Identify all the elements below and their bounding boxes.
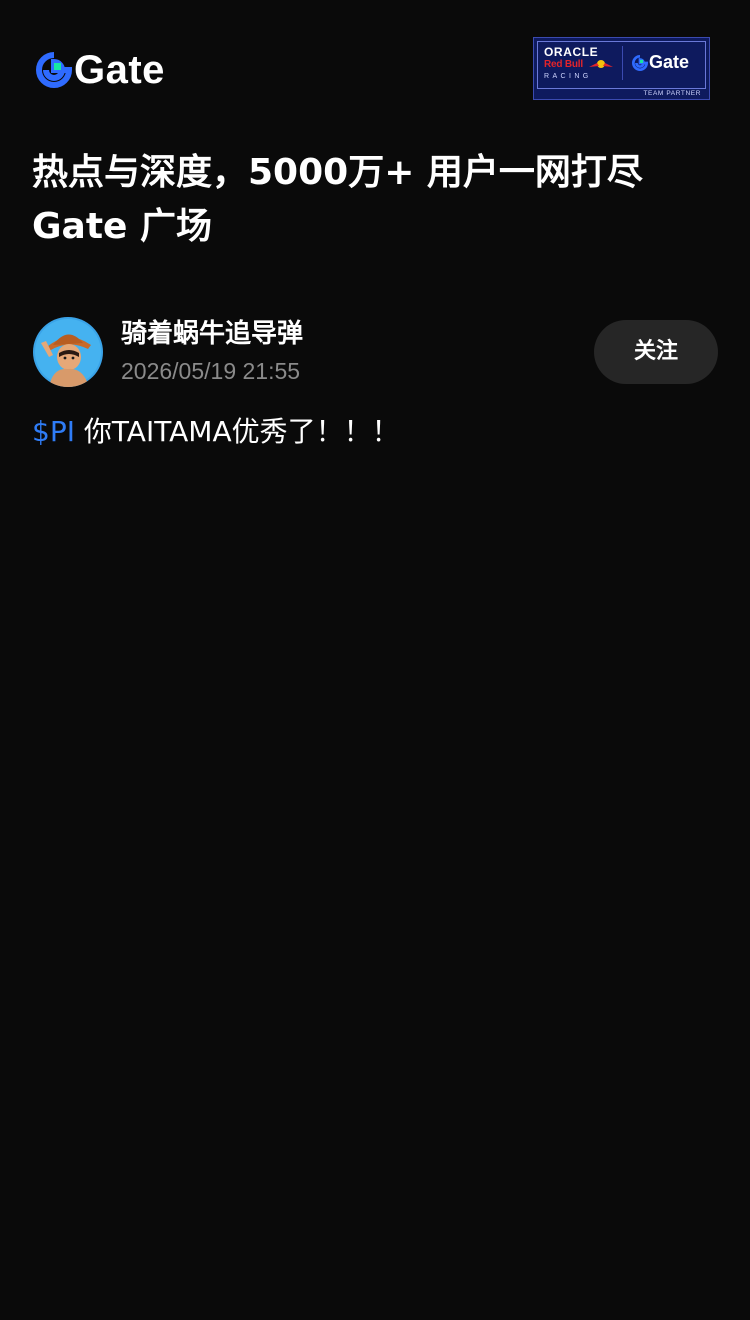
partner-gate-logo: Gate bbox=[632, 52, 689, 73]
partner-oracle-text: ORACLE bbox=[544, 45, 599, 59]
partner-redbull-text: Red Bull bbox=[544, 59, 583, 70]
partner-badge: ORACLE Red Bull RACING Gate TEAM PARTNER bbox=[533, 37, 710, 100]
headline-line-1: 热点与深度，5000万+ 用户一网打尽 bbox=[32, 152, 643, 193]
redbull-icon bbox=[589, 60, 613, 68]
partner-divider bbox=[622, 46, 623, 80]
page-header: Gate ORACLE Red Bull RACING Gate TEAM PA… bbox=[0, 0, 750, 130]
ticker-link[interactable]: $PI bbox=[32, 415, 75, 448]
follow-button[interactable]: 关注 bbox=[594, 320, 718, 384]
post-text: 你TAITAMA优秀了！！！ bbox=[74, 415, 400, 448]
gate-logo-text: Gate bbox=[74, 48, 165, 92]
partner-racing-text: RACING bbox=[544, 73, 592, 80]
gate-logo-icon bbox=[36, 52, 72, 88]
post-timestamp: 2026/05/19 21:55 bbox=[121, 358, 301, 384]
partner-tag: TEAM PARTNER bbox=[643, 90, 701, 97]
headline-line-2: Gate 广场 bbox=[32, 206, 213, 247]
partner-gate-text: Gate bbox=[649, 52, 690, 72]
page-headline: 热点与深度，5000万+ 用户一网打尽 Gate 广场 bbox=[32, 146, 722, 254]
author-avatar[interactable] bbox=[33, 317, 103, 387]
author-name[interactable]: 骑着蜗牛追导弹 bbox=[121, 316, 303, 352]
post-content: $PI 你TAITAMA优秀了！！！ bbox=[32, 412, 400, 452]
avatar-image bbox=[33, 317, 103, 387]
gate-mini-icon bbox=[632, 54, 648, 71]
gate-logo[interactable]: Gate bbox=[36, 50, 165, 90]
